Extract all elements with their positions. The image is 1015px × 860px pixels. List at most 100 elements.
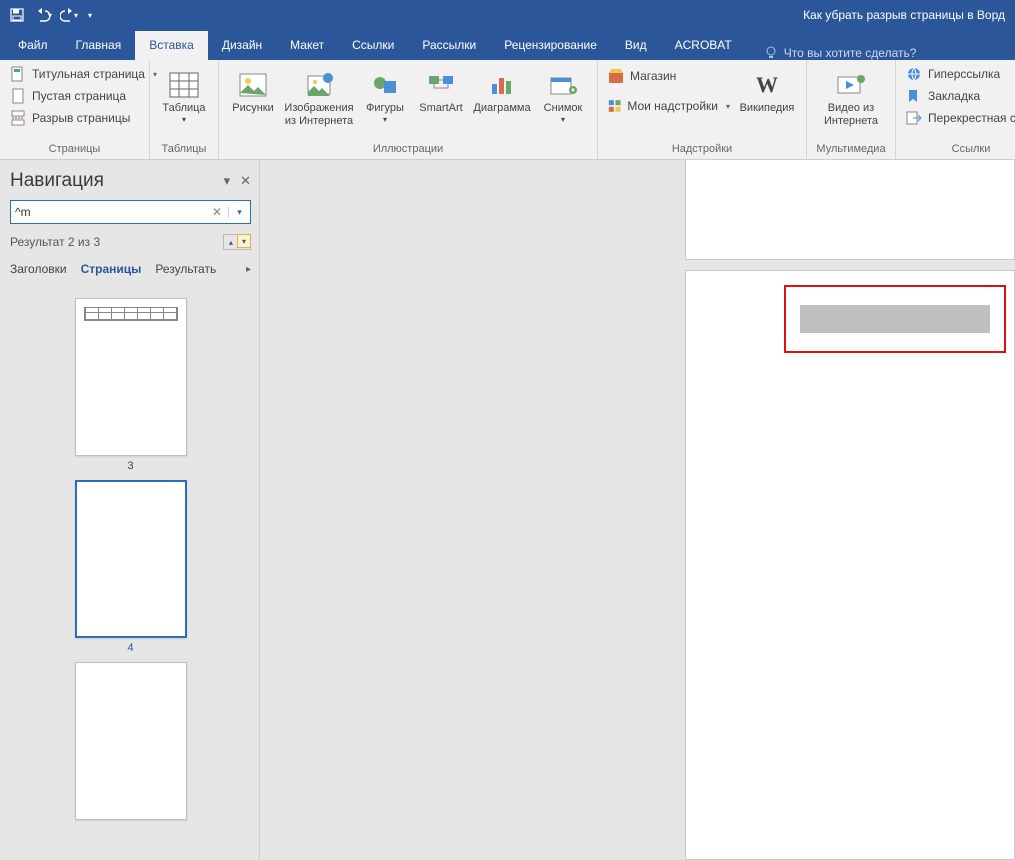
save-button[interactable] bbox=[6, 4, 28, 26]
tab-view[interactable]: Вид bbox=[611, 31, 661, 60]
workspace: Навигация ▾ ✕ ✕ ▾ Результат 2 из 3 ▴ ▾ З… bbox=[0, 160, 1015, 860]
nav-tab-results[interactable]: Результать bbox=[155, 260, 216, 278]
nav-dropdown-button[interactable]: ▾ bbox=[224, 173, 231, 189]
search-input[interactable] bbox=[15, 205, 200, 219]
bookmark-button[interactable]: Закладка bbox=[902, 86, 1015, 106]
online-pictures-icon bbox=[304, 73, 334, 97]
crossref-icon bbox=[906, 110, 922, 126]
blank-page-button[interactable]: Пустая страница bbox=[6, 86, 161, 106]
online-video-button[interactable]: Видео из Интернета bbox=[813, 64, 889, 127]
tab-home[interactable]: Главная bbox=[62, 31, 136, 60]
search-options-button[interactable]: ▾ bbox=[228, 207, 250, 218]
tab-review[interactable]: Рецензирование bbox=[490, 31, 611, 60]
search-box[interactable]: ✕ ▾ bbox=[10, 200, 251, 224]
page-thumbnail[interactable] bbox=[75, 662, 187, 820]
group-illustrations-label: Иллюстрации bbox=[225, 141, 591, 157]
search-clear-button[interactable]: ✕ bbox=[206, 205, 228, 219]
my-addins-label: Мои надстройки bbox=[627, 99, 718, 113]
group-addins-label: Надстройки bbox=[604, 141, 800, 157]
chart-label: Диаграмма bbox=[473, 102, 530, 115]
tab-design[interactable]: Дизайн bbox=[208, 31, 276, 60]
page-thumbnail[interactable]: 3 bbox=[75, 298, 187, 472]
title-bar: ▾ ▾ ▾ Как убрать разрыв страницы в Ворд bbox=[0, 0, 1015, 30]
video-label-1: Видео из bbox=[828, 102, 874, 115]
chart-button[interactable]: Диаграмма bbox=[469, 64, 535, 115]
cover-page-icon bbox=[10, 66, 26, 82]
tab-file[interactable]: Файл bbox=[4, 31, 62, 60]
nav-close-button[interactable]: ✕ bbox=[240, 173, 251, 189]
group-links: Гиперссылка Закладка Перекрестная ссылка… bbox=[896, 60, 1015, 159]
group-media: Видео из Интернета Мультимедиа bbox=[807, 60, 896, 159]
page-break-label: Разрыв страницы bbox=[32, 111, 130, 125]
table-icon bbox=[169, 72, 199, 98]
document-title: Как убрать разрыв страницы в Ворд bbox=[104, 8, 1015, 22]
highlight-box bbox=[784, 285, 1006, 353]
chart-icon bbox=[490, 74, 514, 96]
screenshot-icon bbox=[549, 74, 577, 96]
next-result-button[interactable]: ▾ bbox=[237, 234, 251, 248]
pictures-label: Рисунки bbox=[232, 102, 274, 115]
undo-dropdown-icon: ▾ bbox=[48, 11, 52, 20]
hyperlink-label: Гиперссылка bbox=[928, 67, 1000, 81]
group-addins: Магазин Мои надстройки▾ W Википедия Надс… bbox=[598, 60, 807, 159]
tab-layout[interactable]: Макет bbox=[276, 31, 338, 60]
redo-dropdown-icon: ▾ bbox=[74, 11, 78, 20]
video-icon bbox=[836, 73, 866, 97]
cover-page-button[interactable]: Титульная страница▾ bbox=[6, 64, 161, 84]
shapes-label: Фигуры bbox=[366, 102, 404, 115]
ribbon-tabs: Файл Главная Вставка Дизайн Макет Ссылки… bbox=[0, 30, 1015, 60]
hyperlink-button[interactable]: Гиперссылка bbox=[902, 64, 1015, 84]
nav-tabs-more-button[interactable]: ▸ bbox=[246, 264, 251, 275]
group-tables-label: Таблицы bbox=[156, 141, 212, 157]
smartart-button[interactable]: SmartArt bbox=[413, 64, 469, 115]
crossref-label: Перекрестная ссылка bbox=[928, 111, 1015, 125]
nav-tab-headings[interactable]: Заголовки bbox=[10, 260, 67, 278]
tell-me-box[interactable]: Что вы хотите сделать? bbox=[764, 46, 917, 60]
store-button[interactable]: Магазин bbox=[604, 66, 734, 86]
tab-insert[interactable]: Вставка bbox=[135, 31, 208, 60]
tab-references[interactable]: Ссылки bbox=[338, 31, 408, 60]
result-nav: ▴ ▾ bbox=[223, 234, 251, 250]
group-pages: Титульная страница▾ Пустая страница Разр… bbox=[0, 60, 150, 159]
qat-customize-button[interactable]: ▾ bbox=[84, 4, 98, 26]
addins-icon bbox=[608, 98, 621, 114]
page-thumbnail[interactable]: 4 bbox=[75, 480, 187, 654]
shapes-button[interactable]: Фигуры ▾ bbox=[357, 64, 413, 124]
page-thumbnails: 34 bbox=[10, 278, 251, 860]
shapes-icon bbox=[372, 73, 398, 97]
my-addins-button[interactable]: Мои надстройки▾ bbox=[604, 96, 734, 116]
group-tables: Таблица ▾ Таблицы bbox=[150, 60, 219, 159]
bookmark-icon bbox=[906, 88, 922, 104]
bookmark-label: Закладка bbox=[928, 89, 980, 103]
group-illustrations: Рисунки Изображения из Интернета Фигуры … bbox=[219, 60, 598, 159]
navigation-title: Навигация bbox=[10, 170, 104, 192]
undo-button[interactable]: ▾ bbox=[32, 4, 54, 26]
wikipedia-button[interactable]: W Википедия bbox=[734, 64, 800, 115]
blank-page-label: Пустая страница bbox=[32, 89, 126, 103]
lightbulb-icon bbox=[764, 46, 778, 60]
online-pictures-button[interactable]: Изображения из Интернета bbox=[281, 64, 357, 127]
group-media-label: Мультимедиа bbox=[813, 141, 889, 157]
document-area[interactable] bbox=[260, 160, 1015, 860]
result-count-label: Результат 2 из 3 bbox=[10, 235, 100, 249]
page-preview-main bbox=[685, 270, 1015, 860]
wikipedia-icon: W bbox=[756, 72, 778, 97]
smartart-label: SmartArt bbox=[419, 102, 462, 115]
nav-tab-pages[interactable]: Страницы bbox=[81, 260, 142, 278]
blank-page-icon bbox=[10, 88, 26, 104]
page-break-button[interactable]: Разрыв страницы bbox=[6, 108, 161, 128]
tell-me-label: Что вы хотите сделать? bbox=[784, 46, 917, 60]
tab-mailings[interactable]: Рассылки bbox=[408, 31, 490, 60]
crossref-button[interactable]: Перекрестная ссылка bbox=[902, 108, 1015, 128]
store-label: Магазин bbox=[630, 69, 676, 83]
screenshot-button[interactable]: Снимок ▾ bbox=[535, 64, 591, 124]
online-pictures-label-1: Изображения bbox=[284, 102, 353, 115]
redo-button[interactable]: ▾ bbox=[58, 4, 80, 26]
hyperlink-icon bbox=[906, 66, 922, 82]
table-button[interactable]: Таблица ▾ bbox=[156, 64, 212, 124]
navigation-pane: Навигация ▾ ✕ ✕ ▾ Результат 2 из 3 ▴ ▾ З… bbox=[0, 160, 260, 860]
prev-result-button[interactable]: ▴ bbox=[224, 235, 238, 249]
tab-acrobat[interactable]: ACROBAT bbox=[661, 31, 746, 60]
cover-page-label: Титульная страница bbox=[32, 67, 145, 81]
pictures-button[interactable]: Рисунки bbox=[225, 64, 281, 115]
